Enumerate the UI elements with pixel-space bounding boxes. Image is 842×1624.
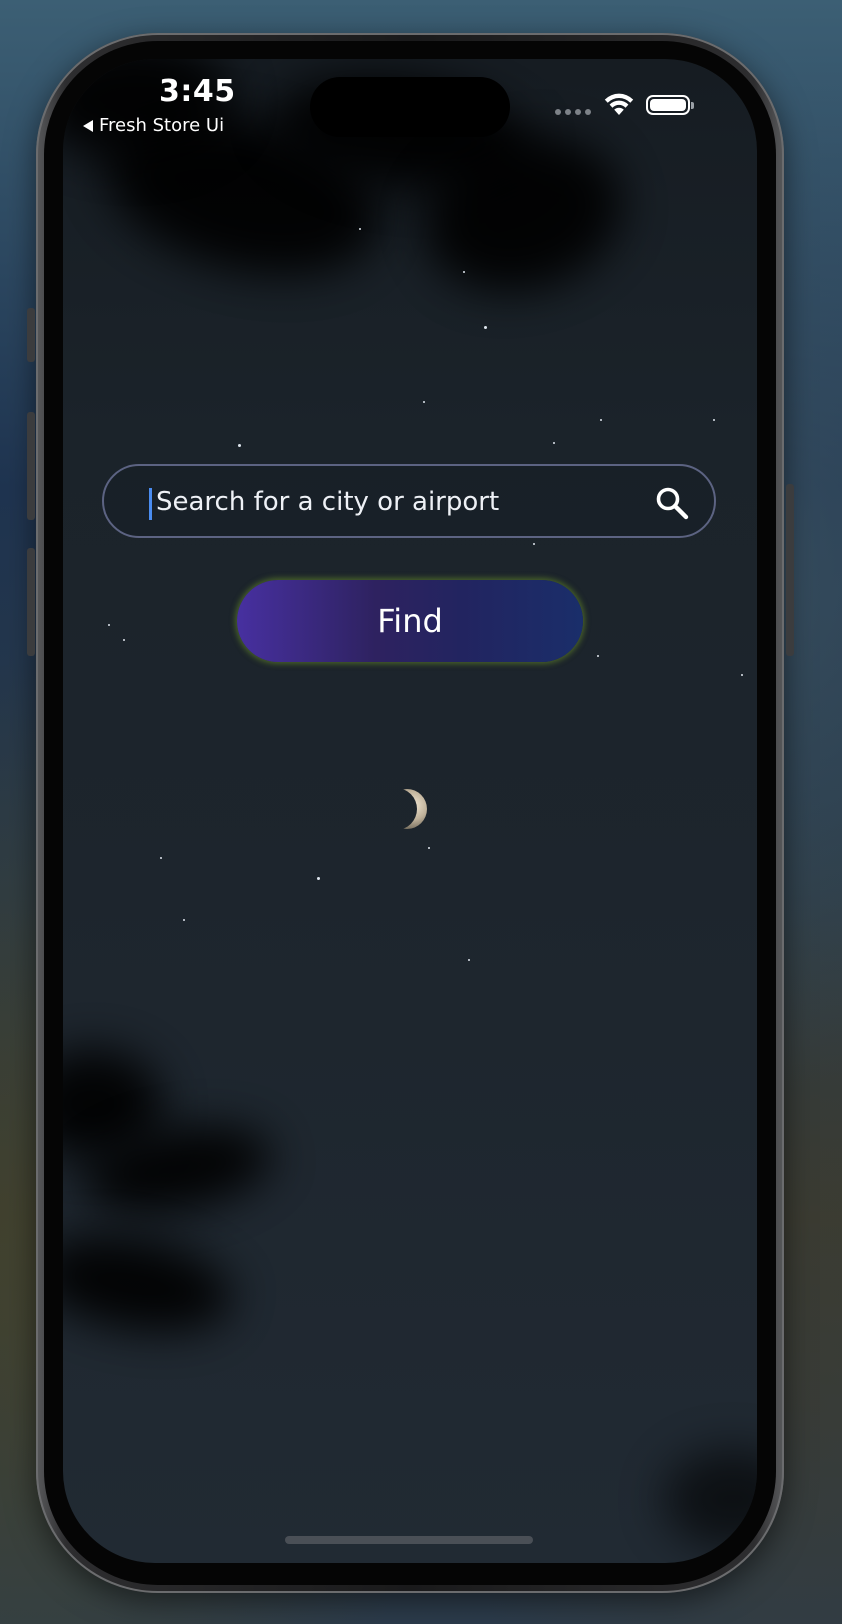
power-button	[786, 484, 794, 656]
silent-switch	[27, 308, 35, 362]
wifi-icon	[604, 93, 634, 115]
back-arrow-icon	[83, 119, 93, 132]
star	[183, 919, 185, 921]
volume-up-button	[27, 412, 35, 520]
back-to-app-link[interactable]: Fresh Store Ui	[83, 115, 224, 136]
star	[533, 543, 535, 545]
search-input[interactable]	[156, 482, 626, 522]
star	[463, 271, 465, 273]
search-field[interactable]	[102, 464, 716, 538]
star	[484, 326, 487, 329]
star	[600, 419, 602, 421]
signal-icon	[555, 109, 591, 115]
star	[553, 442, 555, 444]
star	[468, 959, 470, 961]
home-indicator[interactable]	[285, 1536, 533, 1544]
star	[713, 419, 715, 421]
star	[108, 624, 110, 626]
leaf-shadow-bottom-right	[663, 1449, 757, 1549]
find-button[interactable]: Find	[237, 580, 583, 662]
star	[423, 401, 425, 403]
star	[597, 655, 599, 657]
status-time: 3:45	[159, 74, 236, 109]
star	[359, 228, 361, 230]
star	[238, 444, 241, 447]
back-app-label: Fresh Store Ui	[99, 115, 225, 136]
text-caret	[149, 488, 152, 520]
star	[317, 877, 320, 880]
app-screen: 3:45 Fresh Store Ui Find	[63, 59, 757, 1563]
star	[428, 847, 430, 849]
star	[123, 639, 125, 641]
dynamic-island	[310, 77, 510, 137]
battery-icon	[646, 95, 694, 115]
search-icon[interactable]	[655, 486, 689, 520]
crescent-moon-icon	[387, 789, 427, 829]
star	[160, 857, 162, 859]
volume-down-button	[27, 548, 35, 656]
leaf-shadow-bottom-left-3	[63, 1222, 240, 1346]
star	[741, 674, 743, 676]
